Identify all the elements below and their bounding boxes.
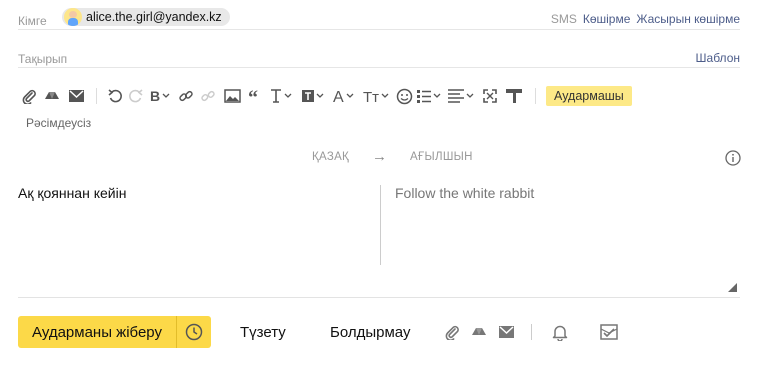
attach-icon[interactable] <box>18 84 40 108</box>
bottom-divider-vertical <box>531 324 532 340</box>
swap-arrow-icon[interactable]: → <box>372 148 387 165</box>
font-icon[interactable]: A <box>331 84 361 108</box>
schedule-send-button[interactable] <box>176 316 211 348</box>
template-link[interactable]: Шаблон <box>696 51 740 65</box>
recipient-email: alice.the.girl@yandex.kz <box>86 10 222 24</box>
svg-text:“: “ <box>248 88 258 104</box>
hidden-copy-link[interactable]: Жасырын көшірме <box>636 12 740 26</box>
attach-icon[interactable] <box>444 320 460 344</box>
clear-format-icon[interactable] <box>501 84 527 108</box>
language-selector: ҚАЗАҚ → АҒЫЛШЫН <box>0 148 760 166</box>
quote-icon[interactable]: “ <box>245 84 267 108</box>
undo-icon[interactable] <box>105 84 125 108</box>
recipient-label: Кімге <box>18 14 47 28</box>
send-group: Аударманы жіберу <box>18 316 211 348</box>
pane-divider <box>380 185 381 265</box>
info-icon[interactable] <box>725 150 741 171</box>
avatar <box>64 8 82 26</box>
unlink-icon[interactable] <box>197 84 219 108</box>
resize-grip-icon[interactable] <box>728 283 737 292</box>
recipient-options: SMS Көшірме Жасырын көшірме <box>551 12 740 26</box>
disk-icon[interactable] <box>470 320 488 344</box>
mail-icon[interactable] <box>64 84 88 108</box>
list-icon[interactable] <box>415 84 445 108</box>
cancel-button[interactable]: Болдырмау <box>330 324 410 341</box>
toolbar-divider <box>96 88 97 104</box>
send-translation-button[interactable]: Аударманы жіберу <box>18 316 176 348</box>
link-icon[interactable] <box>175 84 197 108</box>
text-size-icon[interactable] <box>267 84 299 108</box>
source-text-area[interactable]: Ақ қояннан кейін <box>18 185 126 201</box>
redo-icon[interactable] <box>125 84 147 108</box>
format-mode-link[interactable]: Рәсімдеусіз <box>26 116 91 130</box>
clock-icon <box>185 323 203 341</box>
svg-text:Tт: Tт <box>363 89 379 104</box>
svg-text:B: B <box>150 88 160 104</box>
image-icon[interactable] <box>219 84 245 108</box>
sms-link[interactable]: SMS <box>551 12 577 26</box>
mail-icon[interactable] <box>498 320 515 344</box>
translator-button[interactable]: Аудармашы <box>546 86 632 106</box>
recipient-row: Кімге alice.the.girl@yandex.kz SMS Көшір… <box>18 6 740 30</box>
bell-icon[interactable] <box>552 320 568 344</box>
source-language[interactable]: ҚАЗАҚ <box>312 151 349 163</box>
bottom-divider <box>18 297 740 298</box>
text-color-icon[interactable] <box>299 84 331 108</box>
recipient-chip[interactable]: alice.the.girl@yandex.kz <box>62 8 230 26</box>
bottom-toolbar <box>444 321 618 343</box>
align-icon[interactable] <box>445 84 479 108</box>
toolbar-divider-2 <box>535 88 536 104</box>
subject-row[interactable]: Тақырып Шаблон <box>18 46 740 68</box>
target-language[interactable]: АҒЫЛШЫН <box>410 151 473 163</box>
receipt-notification-icon[interactable] <box>600 320 618 344</box>
bold-icon[interactable]: B <box>147 84 175 108</box>
disk-icon[interactable] <box>40 84 64 108</box>
font-case-icon[interactable]: Tт <box>361 84 393 108</box>
fullscreen-icon[interactable] <box>479 84 501 108</box>
copy-link[interactable]: Көшірме <box>583 12 631 26</box>
subject-field[interactable]: Тақырып <box>18 52 67 66</box>
svg-text:A: A <box>333 89 344 104</box>
formatting-toolbar: B “ A Tт Аудармашы <box>18 84 740 108</box>
translated-text-area: Follow the white rabbit <box>395 185 535 201</box>
emoji-icon[interactable] <box>393 84 415 108</box>
edit-button[interactable]: Түзету <box>240 324 286 341</box>
